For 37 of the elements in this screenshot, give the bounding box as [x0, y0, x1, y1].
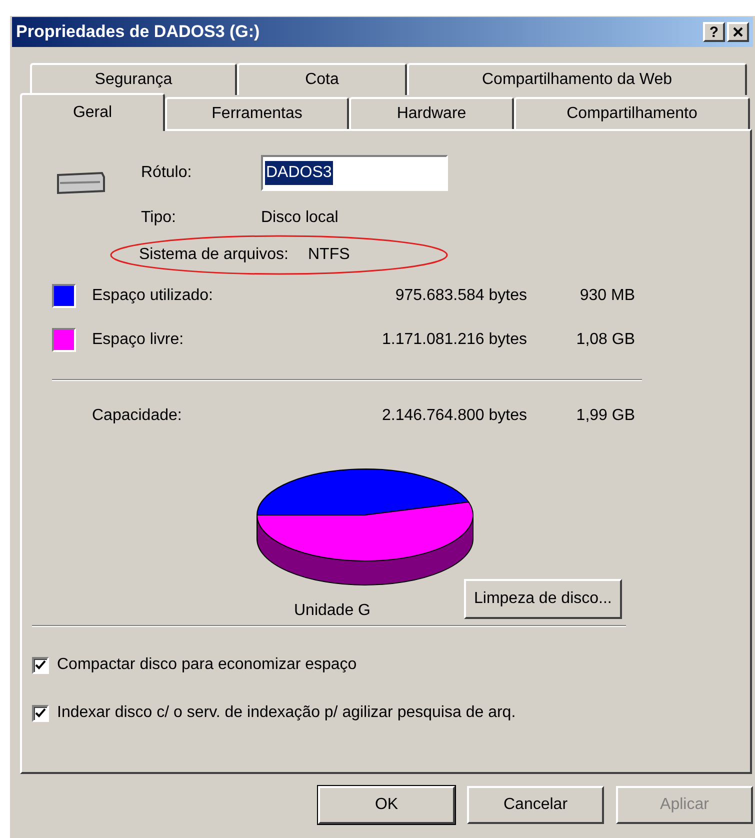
tab[interactable]: Ferramentas: [165, 97, 349, 129]
size-value: 930 MB: [578, 286, 635, 306]
drive-caption: Unidade G: [294, 601, 372, 621]
capacity-label: Capacidade:: [92, 406, 183, 426]
tab[interactable]: Compartilhamento da Web: [407, 63, 747, 95]
drive-icon: [54, 171, 106, 195]
close-button[interactable]: [727, 22, 749, 42]
space-label: Espaço utilizado:: [92, 286, 214, 306]
checkmark-icon: [35, 660, 46, 670]
field-value: Disco local: [261, 208, 338, 228]
tab[interactable]: Segurança: [30, 63, 237, 95]
size-value: 1,08 GB: [575, 330, 635, 350]
checkbox[interactable]: [32, 656, 49, 674]
field-value: NTFS: [308, 245, 350, 265]
checkbox-label: Compactar disco para economizar espaço: [57, 655, 357, 675]
tab[interactable]: Geral: [20, 93, 165, 131]
tab[interactable]: Compartilhamento: [514, 97, 750, 129]
field-label: Sistema de arquivos:: [139, 245, 290, 265]
checkmark-icon: [35, 708, 46, 718]
close-icon: [733, 27, 743, 37]
disk-cleanup-button[interactable]: Limpeza de disco...: [464, 579, 622, 619]
space-label: Espaço livre:: [92, 330, 185, 350]
bytes-value: 1.171.081.216 bytes: [380, 330, 527, 350]
window-title: Propriedades de DADOS3 (G:): [16, 21, 261, 44]
label-input[interactable]: DADOS3: [261, 155, 448, 191]
tab[interactable]: Hardware: [349, 97, 514, 129]
help-button[interactable]: ?: [703, 22, 725, 42]
bytes-value: 2.146.764.800 bytes: [380, 406, 527, 426]
field-label: Tipo:: [141, 208, 177, 228]
dialog-button[interactable]: OK: [318, 786, 455, 824]
checkbox[interactable]: [32, 704, 49, 722]
tab[interactable]: Cota: [237, 63, 407, 95]
field-label: Rótulo:: [141, 163, 193, 183]
dialog-button[interactable]: Cancelar: [467, 786, 604, 824]
size-value: 1,99 GB: [575, 406, 635, 426]
checkbox-label: Indexar disco c/ o serv. de indexação p/ agilizar pesquisa de arq.: [57, 703, 516, 723]
bytes-value: 975.683.584 bytes: [394, 286, 527, 306]
